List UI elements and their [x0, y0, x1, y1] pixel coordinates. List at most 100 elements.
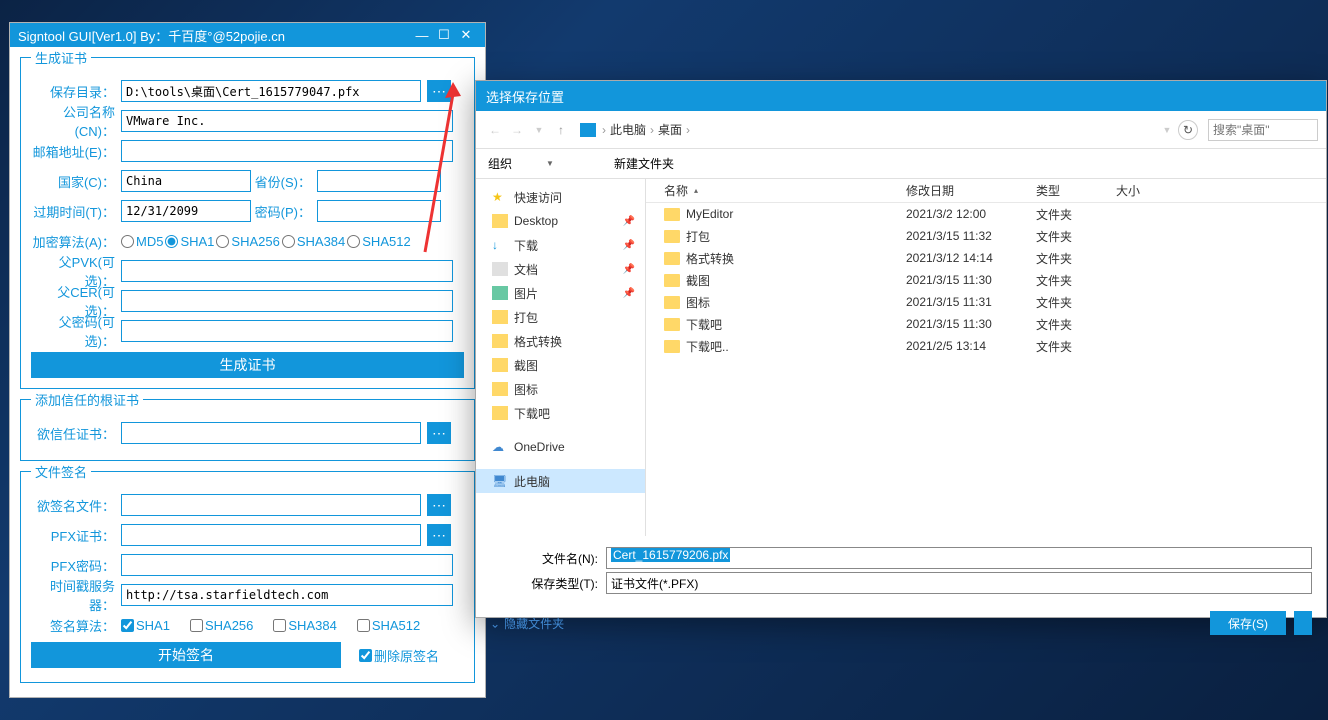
save-dir-input[interactable]	[121, 80, 421, 102]
chk-sha512[interactable]: SHA512	[357, 618, 420, 633]
folder-icon	[664, 252, 680, 265]
pin-icon: 📌	[623, 240, 635, 251]
trust-cert-input[interactable]	[121, 422, 421, 444]
cancel-button-partial[interactable]	[1294, 611, 1312, 635]
radio-md5[interactable]: MD5	[121, 234, 163, 249]
pfx-cert-input[interactable]	[121, 524, 421, 546]
dropdown-icon[interactable]: ▼	[1156, 125, 1178, 135]
nav-item[interactable]: 文档📌	[476, 257, 645, 281]
breadcrumb-pc[interactable]: 此电脑	[610, 121, 646, 138]
expire-label: 过期时间(T)：	[31, 202, 115, 221]
filetype-select[interactable]: 证书文件(*.PFX)	[606, 572, 1312, 594]
country-input[interactable]	[121, 170, 251, 192]
list-item[interactable]: 图标2021/3/15 11:31文件夹	[646, 291, 1326, 313]
folder-icon	[664, 340, 680, 353]
cer-input[interactable]	[121, 290, 453, 312]
save-button[interactable]: 保存(S)	[1210, 611, 1286, 635]
chk-sha256[interactable]: SHA256	[190, 618, 253, 633]
breadcrumb-desktop[interactable]: 桌面	[658, 121, 682, 138]
organize-button[interactable]: 组织▼	[488, 155, 584, 172]
generate-title: 生成证书	[31, 48, 91, 67]
password-input[interactable]	[317, 200, 441, 222]
nav-history-button[interactable]: ▼	[528, 125, 550, 135]
parent-password-input[interactable]	[121, 320, 453, 342]
generate-cert-group: 生成证书 保存目录： ⋯ 公司名称(CN)： 邮箱地址(E)： 国家(C)： 省…	[20, 57, 475, 389]
nav-back-button[interactable]: ←	[484, 123, 506, 137]
star-icon: ★	[492, 190, 508, 204]
nav-item[interactable]: ★快速访问	[476, 185, 645, 209]
nav-forward-button[interactable]: →	[506, 123, 528, 137]
tsa-label: 时间戳服务器：	[31, 576, 115, 614]
nav-up-button[interactable]: ↑	[550, 123, 572, 137]
nav-item[interactable]: Desktop📌	[476, 209, 645, 233]
new-folder-button[interactable]: 新建文件夹	[614, 155, 674, 172]
trust-root-group: 添加信任的根证书 欲信任证书： ⋯	[20, 399, 475, 461]
list-item[interactable]: 打包2021/3/15 11:32文件夹	[646, 225, 1326, 247]
save-dialog: 选择保存位置 ← → ▼ ↑ › 此电脑 › 桌面 › ▼ ↻ 组织▼ 新建文件…	[475, 80, 1327, 618]
nav-item[interactable]: 图标	[476, 377, 645, 401]
nav-item[interactable]: 打包	[476, 305, 645, 329]
chk-sha1[interactable]: SHA1	[121, 618, 170, 633]
list-item[interactable]: 截图2021/3/15 11:30文件夹	[646, 269, 1326, 291]
email-input[interactable]	[121, 140, 453, 162]
radio-sha512[interactable]: SHA512	[347, 234, 410, 249]
browse-button[interactable]: ⋯	[427, 80, 451, 102]
sign-file-browse-button[interactable]: ⋯	[427, 494, 451, 516]
col-type[interactable]: 类型	[1036, 182, 1116, 199]
chk-delete-original[interactable]: 删除原签名	[359, 646, 439, 665]
pfx-password-input[interactable]	[121, 554, 453, 576]
document-icon	[492, 262, 508, 276]
close-button[interactable]: ✕	[455, 27, 477, 43]
email-label: 邮箱地址(E)：	[31, 142, 115, 161]
list-item[interactable]: 下载吧2021/3/15 11:30文件夹	[646, 313, 1326, 335]
col-name[interactable]: 名称▴	[646, 182, 906, 199]
sign-title: 文件签名	[31, 462, 91, 481]
nav-item[interactable]: 格式转换	[476, 329, 645, 353]
nav-item[interactable]: 下载吧	[476, 401, 645, 425]
nav-pane: ★快速访问Desktop📌↓下载📌文档📌图片📌打包格式转换截图图标下载吧 ☁One…	[476, 179, 646, 536]
search-input[interactable]	[1208, 119, 1318, 141]
province-input[interactable]	[317, 170, 441, 192]
sign-file-input[interactable]	[121, 494, 421, 516]
trust-title: 添加信任的根证书	[31, 390, 143, 409]
nav-onedrive[interactable]: ☁OneDrive	[476, 435, 645, 459]
col-date[interactable]: 修改日期	[906, 182, 1036, 199]
tsa-input[interactable]	[121, 584, 453, 606]
radio-sha256[interactable]: SHA256	[216, 234, 279, 249]
dialog-footer: 隐藏文件夹 保存(S)	[476, 605, 1326, 635]
filename-label: 文件名(N):	[490, 550, 598, 567]
folder-icon	[492, 334, 508, 348]
sign-algo-label: 签名算法：	[31, 616, 115, 635]
signtool-window: Signtool GUI[Ver1.0] By：千百度°@52pojie.cn …	[9, 22, 486, 698]
pin-icon: 📌	[623, 264, 635, 275]
chk-sha384[interactable]: SHA384	[273, 618, 336, 633]
list-item[interactable]: 格式转换2021/3/12 14:14文件夹	[646, 247, 1326, 269]
expire-input[interactable]	[121, 200, 251, 222]
list-item[interactable]: MyEditor2021/3/2 12:00文件夹	[646, 203, 1326, 225]
folder-icon	[492, 382, 508, 396]
start-sign-button[interactable]: 开始签名	[31, 642, 341, 668]
maximize-button[interactable]: ☐	[433, 27, 455, 43]
pfx-browse-button[interactable]: ⋯	[427, 524, 451, 546]
nav-item[interactable]: ↓下载📌	[476, 233, 645, 257]
nav-item[interactable]: 图片📌	[476, 281, 645, 305]
refresh-button[interactable]: ↻	[1178, 120, 1198, 140]
pvk-input[interactable]	[121, 260, 453, 282]
trust-browse-button[interactable]: ⋯	[427, 422, 451, 444]
picture-icon	[492, 286, 508, 300]
pc-icon	[580, 123, 596, 137]
list-item[interactable]: 下载吧..2021/2/5 13:14文件夹	[646, 335, 1326, 357]
title-bar: Signtool GUI[Ver1.0] By：千百度°@52pojie.cn …	[10, 23, 485, 47]
nav-item[interactable]: 截图	[476, 353, 645, 377]
hide-folders-link[interactable]: 隐藏文件夹	[490, 615, 564, 632]
province-label: 省份(S)：	[251, 172, 311, 191]
radio-sha384[interactable]: SHA384	[282, 234, 345, 249]
filename-input[interactable]: Cert_1615779206.pfx	[606, 547, 1312, 569]
generate-cert-button[interactable]: 生成证书	[31, 352, 464, 378]
nav-this-pc[interactable]: 🖥此电脑	[476, 469, 645, 493]
company-input[interactable]	[121, 110, 453, 132]
parent-password-label: 父密码(可选)：	[31, 312, 115, 350]
radio-sha1[interactable]: SHA1	[165, 234, 214, 249]
minimize-button[interactable]: —	[411, 28, 433, 43]
col-size[interactable]: 大小	[1116, 182, 1196, 199]
